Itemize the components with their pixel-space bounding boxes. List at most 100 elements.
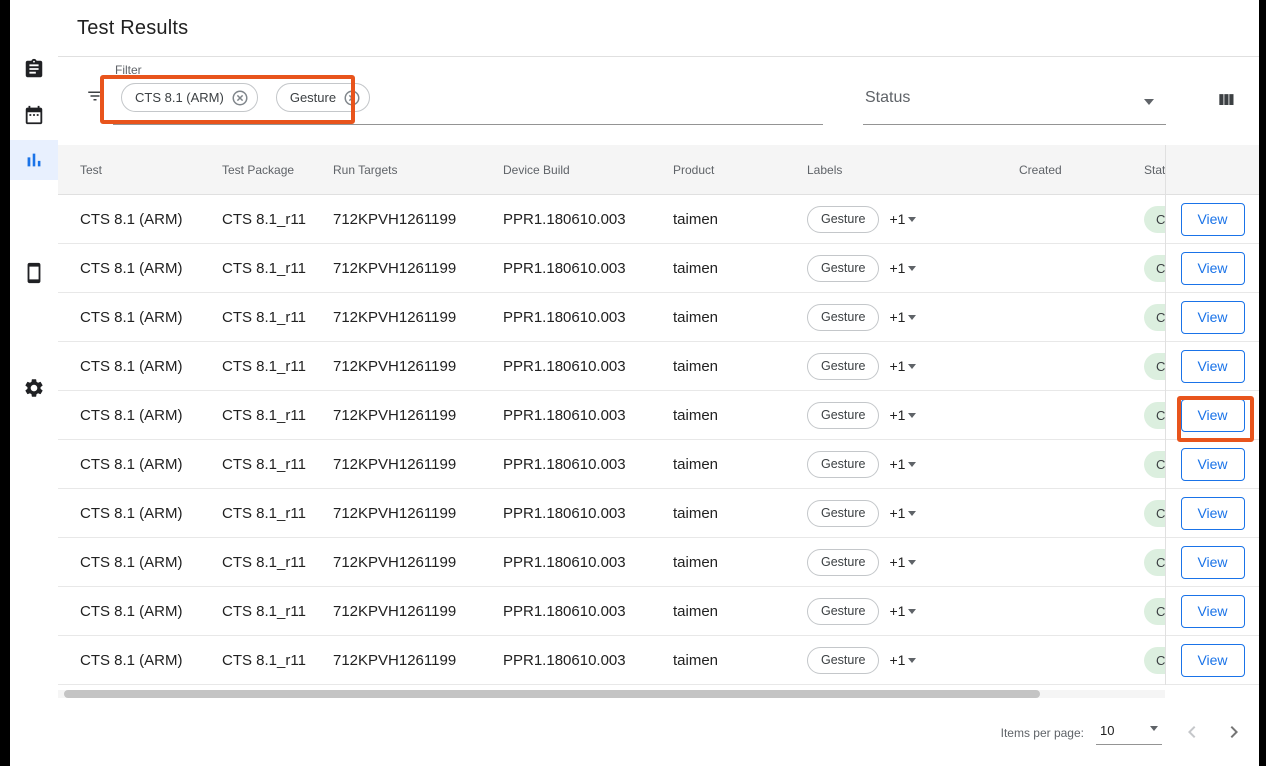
cell-product: taimen: [673, 407, 807, 424]
next-page-button[interactable]: [1222, 720, 1246, 747]
filter-input[interactable]: Filter CTS 8.1 (ARM) Gesture: [113, 61, 823, 125]
cell-test-package: CTS 8.1_r11: [222, 505, 333, 522]
view-button[interactable]: View: [1181, 203, 1245, 236]
chevron-down-icon: [908, 315, 916, 320]
right-edge-bar: [1259, 0, 1266, 766]
table-row-action: View: [1166, 587, 1259, 636]
cell-product: taimen: [673, 554, 807, 571]
filter-chip-gesture[interactable]: Gesture: [276, 83, 370, 112]
remove-chip-icon[interactable]: [343, 89, 361, 107]
label-chip[interactable]: Gesture: [807, 598, 879, 625]
cell-device-build: PPR1.180610.003: [503, 211, 673, 228]
cell-test-package: CTS 8.1_r11: [222, 652, 333, 669]
labels-more-toggle[interactable]: +1: [889, 260, 916, 276]
cell-test-package: CTS 8.1_r11: [222, 603, 333, 620]
cell-run-targets: 712KPVH1261199: [333, 652, 503, 669]
view-button[interactable]: View: [1181, 350, 1245, 383]
labels-more-toggle[interactable]: +1: [889, 505, 916, 521]
table-row: CTS 8.1 (ARM) CTS 8.1_r11 712KPVH1261199…: [58, 636, 1165, 685]
cell-status: C: [1144, 451, 1165, 478]
cell-status: C: [1144, 598, 1165, 625]
view-button[interactable]: View: [1181, 399, 1245, 432]
chevron-down-icon: [908, 217, 916, 222]
chevron-down-icon: [1144, 99, 1154, 105]
label-chip[interactable]: Gesture: [807, 451, 879, 478]
cell-product: taimen: [673, 456, 807, 473]
cell-device-build: PPR1.180610.003: [503, 358, 673, 375]
labels-more-toggle[interactable]: +1: [889, 554, 916, 570]
cell-labels: Gesture +1: [807, 304, 1019, 331]
view-button[interactable]: View: [1181, 448, 1245, 481]
label-chip-text: Gesture: [821, 457, 865, 471]
cell-test-package: CTS 8.1_r11: [222, 456, 333, 473]
label-chip[interactable]: Gesture: [807, 500, 879, 527]
items-per-page-label: Items per page:: [1001, 726, 1084, 740]
cell-labels: Gesture +1: [807, 500, 1019, 527]
labels-more-toggle[interactable]: +1: [889, 211, 916, 227]
cell-test: CTS 8.1 (ARM): [80, 260, 222, 277]
labels-more-toggle[interactable]: +1: [889, 407, 916, 423]
calendar-icon: [23, 104, 45, 126]
cell-status: C: [1144, 500, 1165, 527]
column-header-test-package: Test Package: [222, 163, 333, 177]
table-row-action: View: [1166, 489, 1259, 538]
cell-product: taimen: [673, 211, 807, 228]
filter-list-icon: [86, 87, 104, 110]
chevron-down-icon: [908, 266, 916, 271]
status-filter-select[interactable]: Status: [863, 61, 1166, 125]
labels-more-toggle[interactable]: +1: [889, 456, 916, 472]
label-chip[interactable]: Gesture: [807, 353, 879, 380]
labels-more-toggle[interactable]: +1: [889, 309, 916, 325]
chevron-down-icon: [908, 560, 916, 565]
bar-chart-icon: [23, 149, 45, 171]
chevron-down-icon: [908, 413, 916, 418]
column-header-created: Created: [1019, 163, 1144, 177]
label-chip[interactable]: Gesture: [807, 402, 879, 429]
labels-more-count: +1: [889, 505, 905, 521]
view-button[interactable]: View: [1181, 644, 1245, 677]
remove-chip-icon[interactable]: [231, 89, 249, 107]
sidebar-item-settings[interactable]: [10, 368, 58, 408]
status-chip: C: [1144, 549, 1165, 576]
sidebar: [10, 0, 58, 766]
view-button[interactable]: View: [1181, 595, 1245, 628]
items-per-page-select[interactable]: 10: [1096, 721, 1162, 745]
view-button[interactable]: View: [1181, 546, 1245, 579]
horizontal-scrollbar-thumb[interactable]: [64, 690, 1040, 698]
label-chip[interactable]: Gesture: [807, 304, 879, 331]
sidebar-item-plans[interactable]: [10, 95, 58, 135]
previous-page-button[interactable]: [1180, 720, 1204, 747]
column-header-test: Test: [80, 163, 222, 177]
table-row-action: View: [1166, 538, 1259, 587]
labels-more-toggle[interactable]: +1: [889, 603, 916, 619]
labels-more-count: +1: [889, 603, 905, 619]
label-chip-text: Gesture: [821, 653, 865, 667]
view-button[interactable]: View: [1181, 497, 1245, 530]
view-columns-icon: [1216, 98, 1236, 113]
cell-run-targets: 712KPVH1261199: [333, 505, 503, 522]
label-chip[interactable]: Gesture: [807, 255, 879, 282]
table-row-action: View: [1166, 636, 1259, 685]
label-chip[interactable]: Gesture: [807, 206, 879, 233]
cell-product: taimen: [673, 358, 807, 375]
labels-more-count: +1: [889, 358, 905, 374]
labels-more-count: +1: [889, 554, 905, 570]
chevron-down-icon: [908, 511, 916, 516]
filter-chip-cts[interactable]: CTS 8.1 (ARM): [121, 83, 258, 112]
sidebar-item-tests[interactable]: [10, 49, 58, 89]
labels-more-toggle[interactable]: +1: [889, 652, 916, 668]
table-row-action: View: [1166, 342, 1259, 391]
view-columns-button[interactable]: [1216, 90, 1236, 113]
cell-device-build: PPR1.180610.003: [503, 260, 673, 277]
sidebar-item-test-results[interactable]: [10, 140, 58, 180]
status-chip: C: [1144, 451, 1165, 478]
view-button[interactable]: View: [1181, 252, 1245, 285]
view-button[interactable]: View: [1181, 301, 1245, 334]
label-chip[interactable]: Gesture: [807, 647, 879, 674]
sidebar-item-devices[interactable]: [10, 253, 58, 293]
labels-more-toggle[interactable]: +1: [889, 358, 916, 374]
cell-test: CTS 8.1 (ARM): [80, 603, 222, 620]
chevron-right-icon: [1222, 720, 1246, 747]
results-table: Test Test Package Run Targets Device Bui…: [58, 145, 1259, 685]
label-chip[interactable]: Gesture: [807, 549, 879, 576]
